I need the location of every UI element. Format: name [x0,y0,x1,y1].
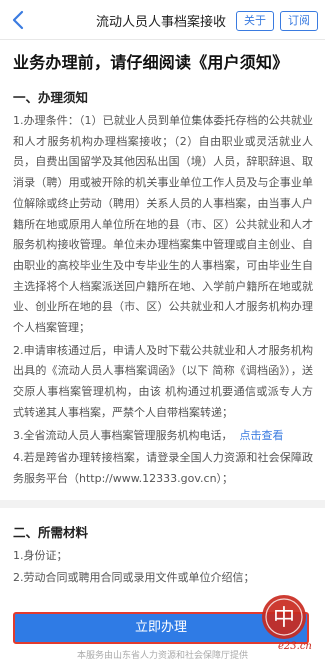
material-item-2: 2.劳动合同或聘用合同或录用文件或单位介绍信； [13,571,255,585]
section-title-instructions: 一、办理须知 [13,90,89,105]
about-button[interactable]: 关于 [236,11,274,31]
instruction-item-4: 4.若是跨省办理转接档案，请登录全国人力资源和社会保障政务服务平台（http:/… [13,451,313,485]
subscribe-button[interactable]: 订阅 [280,11,318,31]
material-item-1: 1.身份证； [13,548,68,562]
view-phone-link[interactable]: 点击查看 [240,429,284,442]
apply-now-button[interactable]: 立即办理 [13,612,309,644]
section-title-materials: 二、所需材料 [13,524,89,540]
instruction-item-3-text: 3.全省流动人员人事档案管理服务机构电话， [13,428,233,442]
footer-provider-text: 本服务由山东省人力资源和社会保障厅提供 [76,651,248,661]
section-divider [0,499,325,508]
instruction-item-1: 1.办理条件：（1）已就业人员到单位集体委托存档的公共就业和人才服务机构办理档案… [13,114,313,335]
notice-content[interactable]: 业务办理前，请仔细阅读《用户须知》 一、办理须知 1.办理条件：（1）已就业人员… [0,40,325,600]
instruction-item-3: 3.全省流动人员人事档案管理服务机构电话， 点击查看 [13,426,313,447]
top-nav-bar: 流动人员人事档案接收 关于 订阅 [0,0,325,40]
back-arrow-icon[interactable] [8,9,30,31]
notice-heading: 业务办理前，请仔细阅读《用户须知》 [13,53,289,72]
instruction-item-2: 2.申请审核通过后，申请人及时下载公共就业和人才服务机构出具的《流动人员人事档案… [13,343,313,419]
watermark-site-text: e23.cn [278,641,312,652]
page-title: 流动人员人事档案接收 [96,15,227,30]
